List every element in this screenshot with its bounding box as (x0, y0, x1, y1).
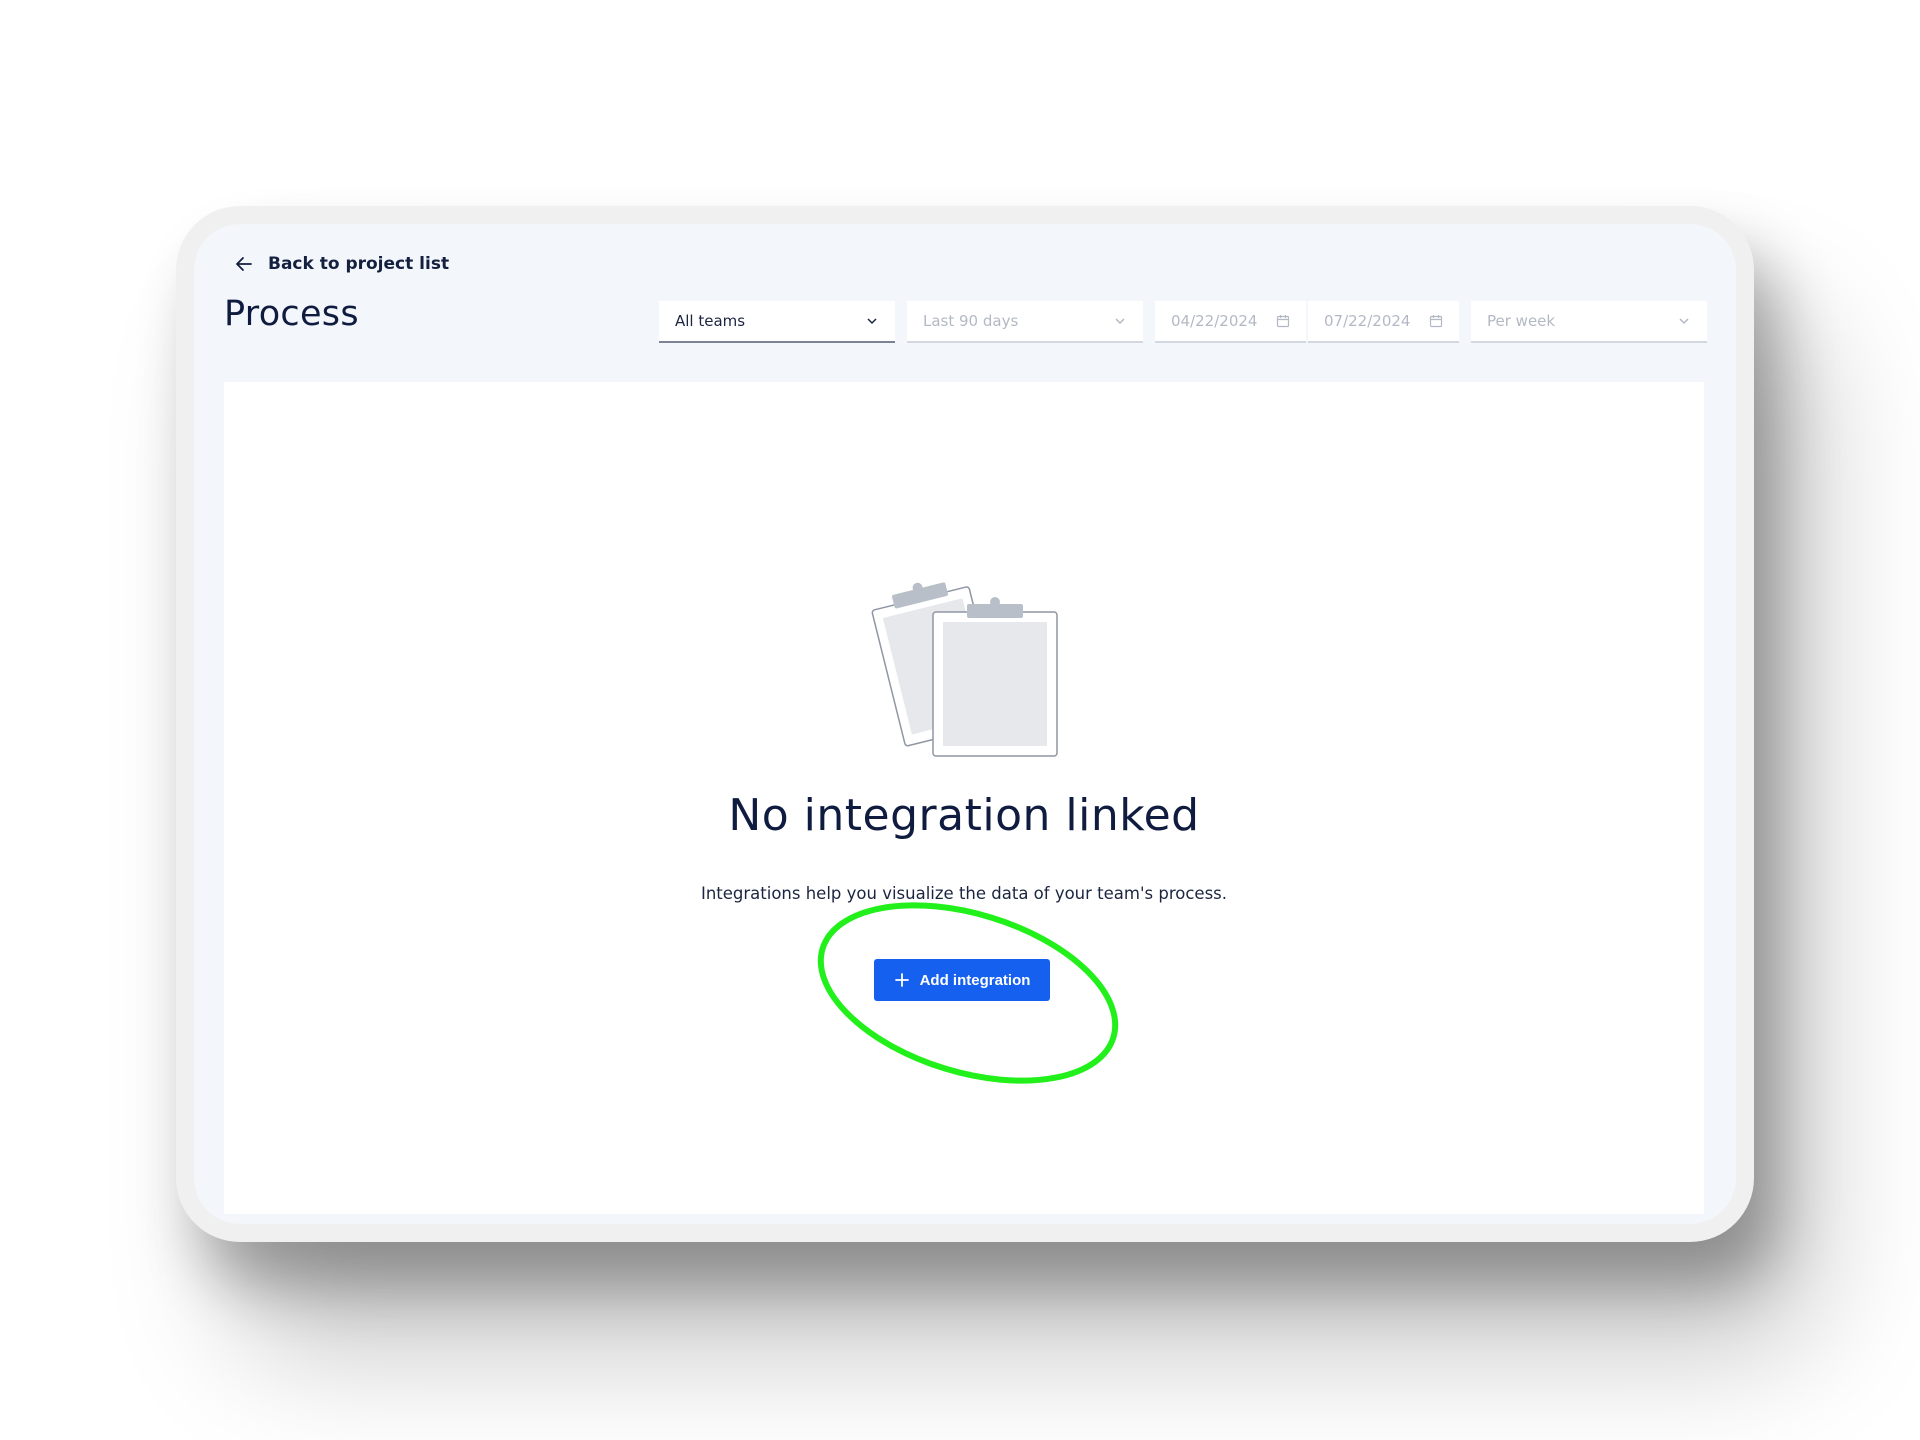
chevron-down-icon (1115, 318, 1125, 325)
content-card: No integration linked Integrations help … (224, 382, 1704, 1214)
granularity-select-value: Per week (1487, 312, 1556, 330)
add-integration-button[interactable]: Add integration (874, 959, 1050, 1001)
back-to-project-list-link[interactable]: Back to project list (234, 254, 449, 274)
add-integration-label: Add integration (919, 971, 1031, 989)
plus-icon (894, 973, 909, 987)
empty-state-description: Integrations help you visualize the data… (700, 884, 1228, 903)
empty-state-title: No integration linked (728, 790, 1200, 841)
end-date-value: 07/22/2024 (1324, 312, 1411, 330)
calendar-icon (1276, 315, 1290, 328)
team-select-value: All teams (675, 312, 746, 330)
back-link-label: Back to project list (268, 254, 450, 274)
start-date-input[interactable]: 04/22/2024 (1155, 301, 1306, 343)
granularity-select[interactable]: Per week (1471, 301, 1707, 343)
calendar-icon (1429, 315, 1443, 328)
period-select-value: Last 90 days (923, 312, 1019, 330)
team-select[interactable]: All teams (659, 301, 895, 343)
period-select[interactable]: Last 90 days (907, 301, 1143, 343)
start-date-value: 04/22/2024 (1171, 312, 1258, 330)
chevron-down-icon (1679, 318, 1689, 325)
arrow-left-icon (236, 257, 252, 271)
clipboards-illustration (871, 582, 1058, 757)
end-date-input[interactable]: 07/22/2024 (1308, 301, 1459, 343)
page-title: Process (224, 294, 359, 334)
tablet-frame: Back to project list Process All teams L… (176, 206, 1754, 1242)
chevron-down-icon (867, 318, 877, 325)
app-screen: Back to project list Process All teams L… (194, 224, 1736, 1224)
